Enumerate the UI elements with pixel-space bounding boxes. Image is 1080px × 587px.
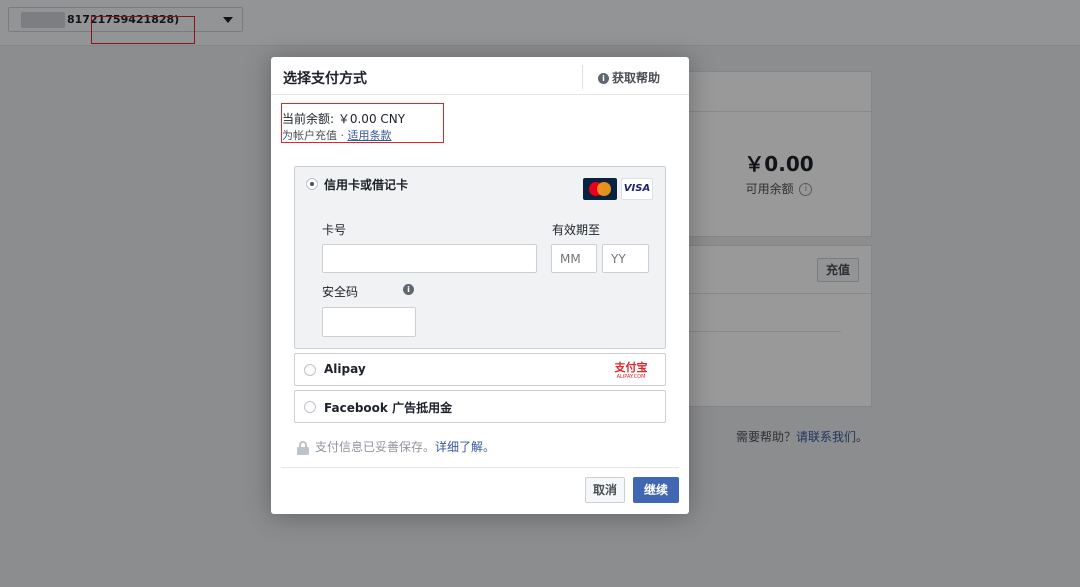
- expiry-label: 有效期至: [552, 223, 601, 237]
- mastercard-icon: [583, 178, 617, 200]
- security-code-label: 安全码: [322, 285, 359, 299]
- facebook-ad-credit-option[interactable]: Facebook 广告抵用金: [294, 390, 666, 423]
- payment-method-dialog: 选择支付方式 i 获取帮助 当前余额: ￥0.00 CNY 为帐户充值 · 适用条…: [271, 57, 689, 514]
- footer-divider: [281, 467, 679, 468]
- cancel-button[interactable]: 取消: [585, 477, 625, 503]
- card-payment-option[interactable]: 信用卡或借记卡 VISA 卡号 有效期至 安全码 i: [294, 166, 666, 349]
- card-number-input[interactable]: [322, 244, 537, 273]
- dialog-header: 选择支付方式 i 获取帮助: [271, 57, 689, 95]
- current-balance: 当前余额: ￥0.00 CNY: [282, 112, 406, 126]
- alipay-logo-icon: 支付宝 ALIPAY.COM: [614, 361, 648, 380]
- expiry-month-input[interactable]: [551, 244, 597, 273]
- alipay-radio[interactable]: [304, 364, 316, 376]
- recharge-prefix: 为帐户充值 ·: [282, 129, 348, 142]
- card-option-label: 信用卡或借记卡: [324, 178, 409, 192]
- get-help-label: 获取帮助: [612, 71, 661, 85]
- security-code-input[interactable]: [322, 307, 416, 337]
- alipay-option[interactable]: Alipay 支付宝 ALIPAY.COM: [294, 353, 666, 386]
- secure-text: 支付信息已妥善保存。: [315, 440, 436, 454]
- visa-icon: VISA: [621, 178, 653, 200]
- continue-button[interactable]: 继续: [633, 477, 679, 503]
- alipay-label: Alipay: [324, 362, 366, 376]
- expiry-year-input[interactable]: [602, 244, 649, 273]
- dialog-title: 选择支付方式: [283, 71, 367, 87]
- card-number-label: 卡号: [322, 223, 347, 237]
- card-radio[interactable]: [306, 178, 318, 190]
- facebook-ad-credit-radio[interactable]: [304, 401, 316, 413]
- header-divider: [582, 65, 583, 89]
- info-icon[interactable]: i: [403, 284, 414, 295]
- info-icon: i: [598, 73, 609, 84]
- terms-link[interactable]: 适用条款: [348, 129, 392, 142]
- secure-notice: 支付信息已妥善保存。详细了解。: [297, 438, 495, 455]
- recharge-note: 为帐户充值 · 适用条款: [282, 127, 392, 143]
- learn-more-link[interactable]: 详细了解。: [435, 440, 495, 454]
- lock-icon: [297, 440, 309, 455]
- get-help-button[interactable]: i 获取帮助: [598, 69, 660, 86]
- facebook-ad-credit-label: Facebook 广告抵用金: [324, 401, 453, 415]
